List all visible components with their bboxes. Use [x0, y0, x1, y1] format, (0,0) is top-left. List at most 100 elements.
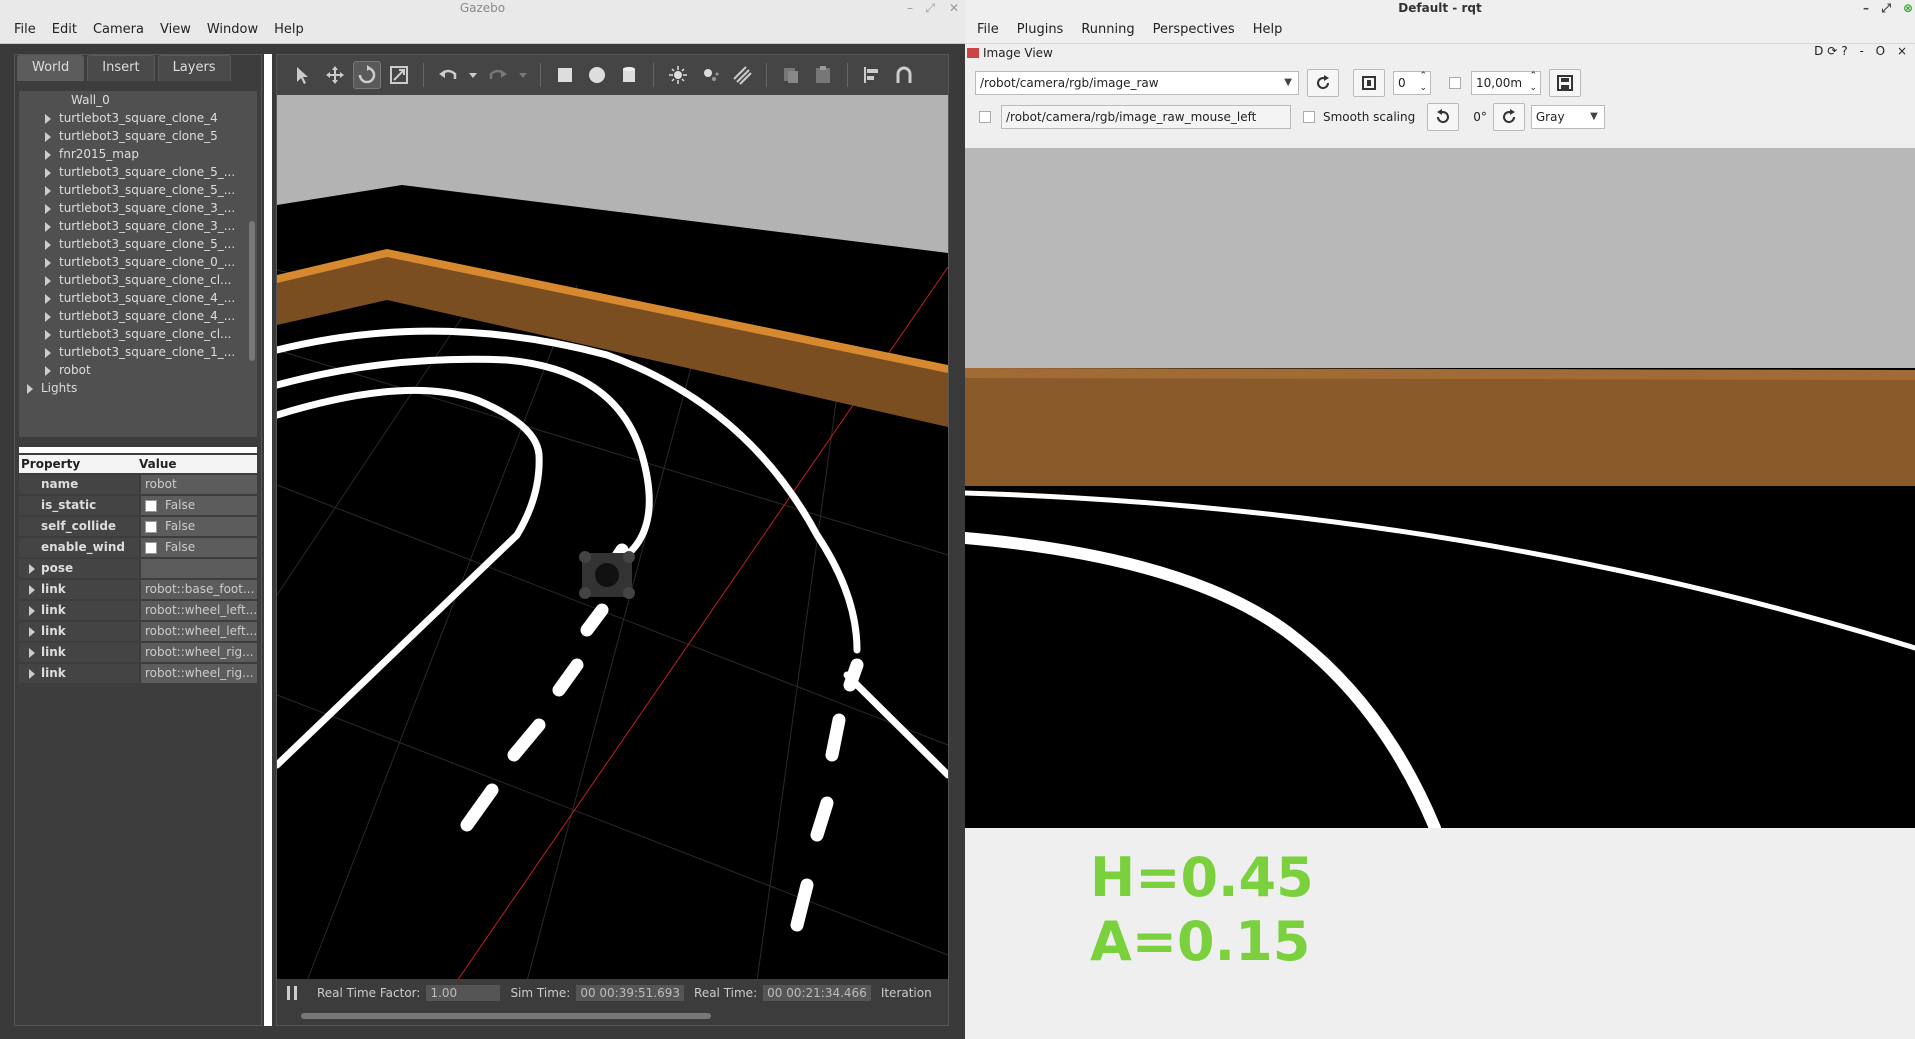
panel-splitter[interactable]	[264, 54, 272, 1026]
pause-icon[interactable]	[287, 986, 297, 1000]
camera-image[interactable]	[965, 148, 1915, 828]
property-row[interactable]: link robot::wheel_rig...	[19, 643, 257, 662]
menu-perspectives[interactable]: Perspectives	[1153, 22, 1235, 37]
rotate-right-button[interactable]	[1492, 103, 1525, 131]
expand-arrow-icon[interactable]	[45, 275, 51, 286]
expand-arrow-icon[interactable]	[45, 113, 51, 124]
topic-select[interactable]: /robot/camera/rgb/image_raw ▼	[975, 71, 1299, 95]
minimize-icon[interactable]: –	[1863, 0, 1869, 16]
property-row[interactable]: is_static False	[19, 496, 257, 515]
property-value[interactable]: False	[141, 496, 257, 515]
expand-arrow-icon[interactable]	[45, 347, 51, 358]
property-value[interactable]: robot::wheel_rig...	[141, 643, 257, 662]
close-icon[interactable]: ✕	[949, 0, 959, 16]
sphere-shape-icon[interactable]	[583, 61, 611, 89]
horizontal-scrollbar[interactable]	[301, 1013, 711, 1019]
menu-file[interactable]: File	[977, 22, 999, 37]
menu-plugins[interactable]: Plugins	[1017, 22, 1064, 37]
tree-item[interactable]: turtlebot3_square_clone_5_...	[19, 181, 257, 199]
menu-help[interactable]: Help	[1253, 22, 1283, 37]
tree-item[interactable]: turtlebot3_square_clone_1_...	[19, 343, 257, 361]
paste-icon[interactable]	[809, 61, 837, 89]
property-value[interactable]: robot::wheel_left...	[141, 622, 257, 641]
tree-item[interactable]: fnr2015_map	[19, 145, 257, 163]
expand-arrow-icon[interactable]	[27, 383, 33, 394]
tree-item[interactable]: turtlebot3_square_clone_3_...	[19, 217, 257, 235]
tree-item[interactable]: Lights	[19, 379, 257, 397]
property-row[interactable]: pose	[19, 559, 257, 578]
minimize-icon[interactable]: –	[907, 0, 913, 16]
expand-arrow-icon[interactable]	[45, 311, 51, 322]
expand-arrow-icon[interactable]	[45, 167, 51, 178]
save-image-button[interactable]	[1549, 69, 1581, 97]
tree-item[interactable]: turtlebot3_square_clone_cl...	[19, 325, 257, 343]
redo-dropdown-icon[interactable]	[516, 61, 530, 89]
tree-item[interactable]: turtlebot3_square_clone_5_...	[19, 163, 257, 181]
directional-light-icon[interactable]	[728, 61, 756, 89]
refresh-button[interactable]	[1307, 69, 1339, 97]
property-row[interactable]: link robot::wheel_left...	[19, 601, 257, 620]
dock-buttons[interactable]: D⟳? - O ×	[1814, 44, 1911, 58]
expand-arrow-icon[interactable]	[29, 627, 35, 637]
property-row[interactable]: link robot::wheel_left...	[19, 622, 257, 641]
tab-layers[interactable]: Layers	[157, 55, 231, 81]
dynamic-range-checkbox[interactable]	[1449, 77, 1461, 89]
spot-light-icon[interactable]	[696, 61, 724, 89]
tree-scrollbar[interactable]	[249, 221, 255, 361]
num-gridlines-spinbox[interactable]: 0 ⌃ ⌄	[1393, 71, 1431, 95]
expand-arrow-icon[interactable]	[29, 648, 35, 658]
spin-arrows-icon[interactable]: ⌃ ⌄	[1419, 70, 1427, 94]
property-checkbox[interactable]	[145, 541, 157, 554]
rotate-icon[interactable]	[353, 61, 381, 89]
tree-item[interactable]: turtlebot3_square_clone_4_...	[19, 307, 257, 325]
expand-arrow-icon[interactable]	[45, 365, 51, 376]
expand-arrow-icon[interactable]	[29, 669, 35, 679]
expand-arrow-icon[interactable]	[45, 257, 51, 268]
tree-item[interactable]: turtlebot3_square_clone_3_...	[19, 199, 257, 217]
property-row[interactable]: link robot::base_foot...	[19, 580, 257, 599]
maximize-icon[interactable]: ⤢	[1881, 0, 1891, 16]
expand-arrow-icon[interactable]	[29, 564, 35, 574]
property-value[interactable]: robot::wheel_left...	[141, 601, 257, 620]
spin-arrows-icon[interactable]: ⌃ ⌄	[1529, 70, 1537, 94]
property-checkbox[interactable]	[145, 520, 157, 533]
menu-running[interactable]: Running	[1081, 22, 1134, 37]
menu-view[interactable]: View	[160, 22, 191, 37]
scale-icon[interactable]	[385, 61, 413, 89]
expand-arrow-icon[interactable]	[45, 203, 51, 214]
expand-arrow-icon[interactable]	[29, 585, 35, 595]
tree-item[interactable]: turtlebot3_square_clone_cl...	[19, 271, 257, 289]
expand-arrow-icon[interactable]	[45, 221, 51, 232]
menu-help[interactable]: Help	[274, 22, 304, 37]
property-value[interactable]: False	[141, 517, 257, 536]
expand-arrow-icon[interactable]	[45, 149, 51, 160]
undo-dropdown-icon[interactable]	[466, 61, 480, 89]
expand-arrow-icon[interactable]	[45, 329, 51, 340]
property-value[interactable]: robot	[141, 475, 257, 494]
expand-arrow-icon[interactable]	[45, 239, 51, 250]
align-icon[interactable]	[858, 61, 886, 89]
redo-icon[interactable]	[484, 61, 512, 89]
menu-camera[interactable]: Camera	[93, 22, 144, 37]
max-range-spinbox[interactable]: 10,00m ⌃ ⌄	[1471, 71, 1541, 95]
tree-item[interactable]: turtlebot3_square_clone_0_...	[19, 253, 257, 271]
tree-item[interactable]: turtlebot3_square_clone_5_...	[19, 235, 257, 253]
menu-edit[interactable]: Edit	[52, 22, 77, 37]
translate-icon[interactable]	[321, 61, 349, 89]
select-arrow-icon[interactable]	[289, 61, 317, 89]
close-icon[interactable]: ⊗	[1903, 0, 1913, 16]
property-value[interactable]: robot::wheel_rig...	[141, 664, 257, 683]
tree-item[interactable]: turtlebot3_square_clone_5	[19, 127, 257, 145]
publish-click-checkbox[interactable]	[979, 111, 991, 123]
property-value[interactable]: False	[141, 538, 257, 557]
expand-arrow-icon[interactable]	[29, 606, 35, 616]
smooth-scaling-checkbox[interactable]	[1303, 111, 1315, 123]
point-light-icon[interactable]	[664, 61, 692, 89]
property-row[interactable]: self_collide False	[19, 517, 257, 536]
expand-arrow-icon[interactable]	[45, 293, 51, 304]
property-checkbox[interactable]	[145, 499, 157, 512]
property-row[interactable]: link robot::wheel_rig...	[19, 664, 257, 683]
snap-magnet-icon[interactable]	[890, 61, 918, 89]
tree-item[interactable]: turtlebot3_square_clone_4	[19, 109, 257, 127]
property-value[interactable]: robot::base_foot...	[141, 580, 257, 599]
